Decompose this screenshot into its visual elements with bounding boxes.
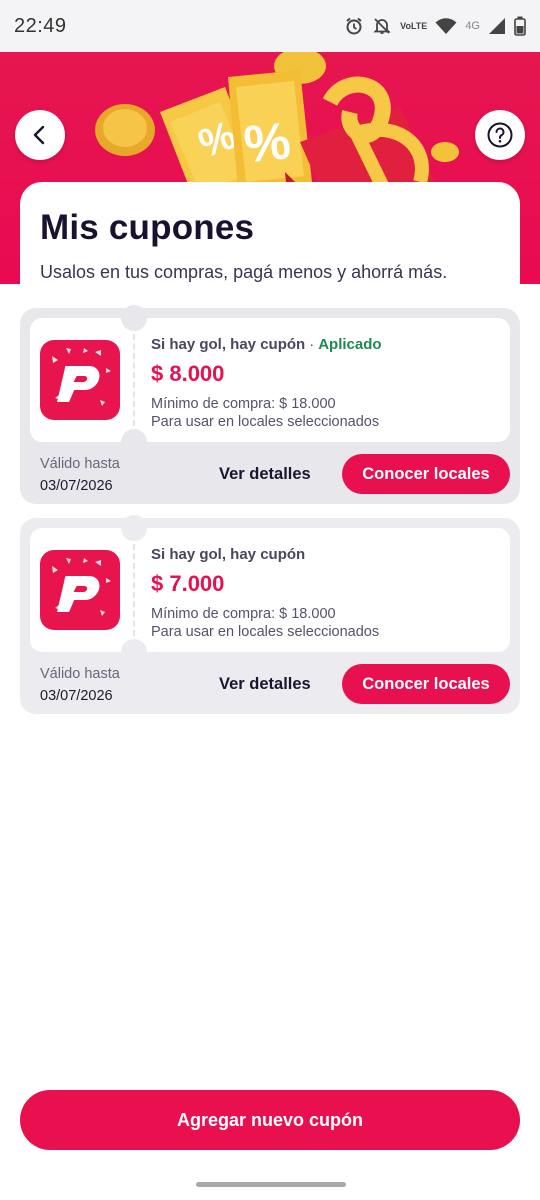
coupon-ticket: Si hay gol, hay cupón $ 7.000 Mínimo de … [30,515,510,665]
wifi-icon [435,17,457,35]
battery-icon [514,16,526,36]
question-circle-icon [487,122,513,148]
coupon-ticket: Si hay gol, hay cupón · Aplicado $ 8.000 M… [30,305,510,455]
status-icons: Vo LTE 4G [344,16,526,36]
brand-logo-icon [40,550,120,630]
valid-date: 03/07/2026 [40,688,113,704]
separator: · [309,336,315,353]
min-purchase: Mínimo de compra: $ 18.000 [151,396,336,412]
coupon-card[interactable]: Si hay gol, hay cupón · Aplicado $ 8.000 M… [20,305,520,504]
volte-icon: Vo LTE [400,20,428,31]
coupon-name-row: Si hay gol, hay cupón [151,546,379,563]
status-time: 22:49 [14,14,67,37]
svg-text:%: % [241,112,293,175]
min-purchase: Mínimo de compra: $ 18.000 [151,606,336,622]
valid-label: Válido hasta [40,456,120,472]
coupon-amount: $ 7.000 [151,571,225,596]
network-type: 4G [465,20,480,32]
ticket-divider [133,334,135,426]
coupon-info: Si hay gol, hay cupón $ 7.000 Mínimo de … [151,546,379,641]
ticket-notch [121,639,147,665]
bell-off-icon [372,16,392,36]
coupon-scope: Para usar en locales seleccionados [151,624,380,640]
locales-button[interactable]: Conocer locales [342,664,510,704]
details-button[interactable]: Ver detalles [219,675,311,694]
ticket-divider [133,544,135,636]
signal-icon [488,17,506,35]
home-indicator[interactable] [196,1182,346,1187]
coupon-amount: $ 8.000 [151,361,225,386]
coupon-name: Si hay gol, hay cupón [151,336,306,353]
title-card: Mis cupones Usalos en tus compras, pagá … [20,182,520,302]
page-subtitle: Usalos en tus compras, pagá menos y ahor… [40,262,448,282]
ticket-notch [121,515,147,541]
ticket-notch [121,305,147,331]
coupon-card[interactable]: Si hay gol, hay cupón $ 7.000 Mínimo de … [20,515,520,714]
coupon-info: Si hay gol, hay cupón · Aplicado $ 8.000 M… [151,336,382,431]
help-button[interactable] [475,110,525,160]
coupon-scope: Para usar en locales seleccionados [151,414,380,430]
valid-label: Válido hasta [40,666,120,682]
applied-badge: Aplicado [318,336,382,353]
status-bar: 22:49 Vo LTE 4G [0,0,540,52]
brand-logo-icon [40,340,120,420]
add-coupon-button[interactable]: Agregar nuevo cupón [20,1090,520,1150]
back-button[interactable] [15,110,65,160]
validity: Válido hasta 03/07/2026 [40,453,120,497]
locales-button[interactable]: Conocer locales [342,454,510,494]
alarm-icon [344,16,364,36]
ticket-notch [121,429,147,455]
validity: Válido hasta 03/07/2026 [40,663,120,707]
valid-date: 03/07/2026 [40,478,113,494]
details-button[interactable]: Ver detalles [219,465,311,484]
chevron-left-icon [33,125,45,145]
coupon-name-row: Si hay gol, hay cupón · Aplicado [151,336,382,353]
page-title: Mis cupones [40,208,255,247]
coupon-name: Si hay gol, hay cupón [151,546,306,563]
